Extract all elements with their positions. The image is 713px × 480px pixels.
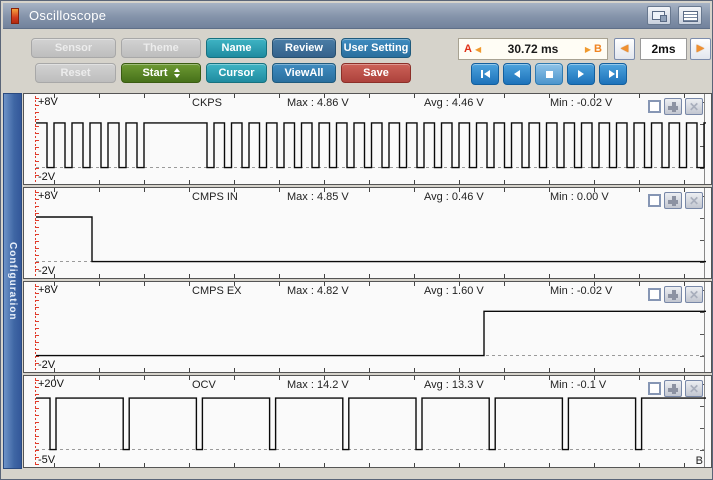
min-value: Min : 0.00 V (550, 191, 609, 203)
user-setting-button[interactable]: User Setting (341, 38, 411, 58)
toolbar: Sensor Theme Name Review User Setting Re… (3, 29, 711, 91)
skip-start-button[interactable] (471, 63, 499, 85)
max-value: Max : 4.82 V (287, 285, 349, 297)
stop-button[interactable] (535, 63, 563, 85)
cursor-b-label: B (594, 43, 602, 55)
scale-bottom-label: -5V (38, 454, 56, 466)
close-channel-button[interactable]: ✕ (685, 192, 703, 209)
close-channel-button[interactable]: ✕ (685, 98, 703, 115)
channel-panel-cmps-in: +8V -2V CMPS IN Max : 4.85 V Avg : 0.46 … (23, 187, 712, 279)
save-button[interactable]: Save (341, 63, 411, 83)
channel-checkbox[interactable] (648, 100, 661, 113)
channel-checkbox[interactable] (648, 194, 661, 207)
title-bar: Oscilloscope (3, 3, 710, 29)
skip-end-button[interactable] (599, 63, 627, 85)
review-button[interactable]: Review (272, 38, 336, 58)
menu-button[interactable] (678, 6, 702, 25)
timebase-decrease-button[interactable]: ◀ (614, 38, 635, 60)
viewall-button[interactable]: ViewAll (272, 63, 336, 83)
time-range-box: A ◀ 30.72 ms ▶ B (458, 38, 608, 60)
oscilloscope-window: Oscilloscope Sensor Theme Name Review Us… (0, 0, 713, 480)
channel-name: OCV (192, 379, 216, 391)
scale-bottom-label: -2V (38, 359, 56, 371)
skip-start-icon (480, 70, 483, 78)
channel-panel-ckps: +8V -2V CKPS Max : 4.86 V Avg : 4.46 V M… (23, 93, 712, 185)
step-back-icon (514, 70, 520, 78)
min-value: Min : -0.1 V (550, 379, 607, 391)
close-icon: ✕ (688, 193, 700, 208)
capture-window-icon (652, 11, 667, 22)
close-icon: ✕ (688, 381, 700, 396)
max-value: Max : 4.85 V (287, 191, 349, 203)
step-forward-button[interactable] (567, 63, 595, 85)
scale-top-label: +8V (38, 190, 58, 202)
time-range-value: 30.72 ms (507, 42, 559, 56)
scale-top-label: +20V (38, 378, 64, 390)
skip-end-icon (608, 70, 615, 78)
avg-value: Avg : 0.46 V (424, 191, 484, 203)
close-channel-button[interactable]: ✕ (685, 380, 703, 397)
channel-panel-ocv: +20V -5V OCV Max : 14.2 V Avg : 13.3 V M… (23, 375, 712, 468)
timebase-increase-button[interactable]: ▶ (690, 38, 711, 60)
step-forward-icon (578, 70, 584, 78)
scale-bottom-label: -2V (38, 265, 56, 277)
max-value: Max : 14.2 V (287, 379, 349, 391)
menu-lines-icon (683, 11, 698, 22)
cursor-b-arrow-icon[interactable]: ▶ (585, 45, 591, 54)
capture-window-button[interactable] (647, 6, 671, 25)
stop-icon (545, 70, 553, 78)
cursor-button[interactable]: Cursor (206, 63, 267, 83)
channel-name: CMPS EX (192, 285, 242, 297)
step-back-button[interactable] (503, 63, 531, 85)
cursor-a-arrow-icon[interactable]: ◀ (475, 45, 481, 54)
window-title: Oscilloscope (29, 8, 107, 23)
configuration-label: Configuration (7, 241, 18, 321)
close-icon: ✕ (688, 287, 700, 302)
channel-checkbox[interactable] (648, 382, 661, 395)
app-icon (11, 7, 19, 24)
cursor-a-label: A (464, 43, 472, 55)
zoom-in-button[interactable] (664, 286, 682, 303)
name-button[interactable]: Name (206, 38, 267, 58)
scale-bottom-label: -2V (38, 171, 56, 183)
channel-name: CMPS IN (192, 191, 238, 203)
zoom-in-button[interactable] (664, 192, 682, 209)
min-value: Min : -0.02 V (550, 97, 613, 109)
zoom-in-button[interactable] (664, 380, 682, 397)
theme-button[interactable]: Theme (121, 38, 201, 58)
start-spinner-icon (173, 68, 180, 79)
cursor-b-position-label: B (695, 455, 703, 467)
scale-top-label: +8V (38, 284, 58, 296)
min-value: Min : -0.02 V (550, 285, 613, 297)
plot-area: +8V -2V CKPS Max : 4.86 V Avg : 4.46 V M… (23, 93, 712, 469)
channel-name: CKPS (192, 97, 222, 109)
configuration-tab[interactable]: Configuration (3, 93, 22, 469)
avg-value: Avg : 4.46 V (424, 97, 484, 109)
zoom-in-button[interactable] (664, 98, 682, 115)
reset-button[interactable]: Reset (35, 63, 116, 83)
avg-value: Avg : 1.60 V (424, 285, 484, 297)
close-channel-button[interactable]: ✕ (685, 286, 703, 303)
channel-checkbox[interactable] (648, 288, 661, 301)
transport-controls (471, 63, 627, 85)
start-button[interactable]: Start (121, 63, 201, 83)
scale-top-label: +8V (38, 96, 58, 108)
sensor-button[interactable]: Sensor (31, 38, 116, 58)
avg-value: Avg : 13.3 V (424, 379, 484, 391)
timebase-value: 2ms (640, 38, 687, 60)
max-value: Max : 4.86 V (287, 97, 349, 109)
close-icon: ✕ (688, 99, 700, 114)
channel-panel-cmps-ex: +8V -2V CMPS EX Max : 4.82 V Avg : 1.60 … (23, 281, 712, 373)
